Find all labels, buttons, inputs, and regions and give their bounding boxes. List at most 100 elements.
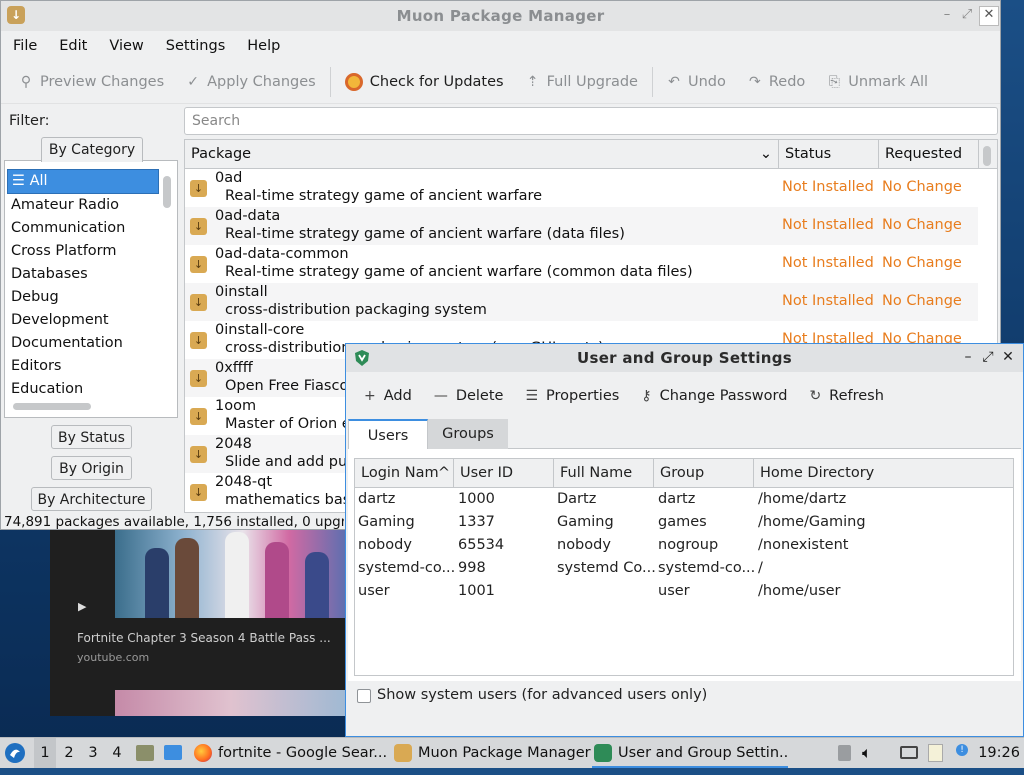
properties-icon: ☰ — [525, 388, 539, 404]
properties-button[interactable]: ☰ Properties — [525, 388, 619, 404]
clock[interactable]: 19:26 — [978, 738, 1020, 768]
tab-groups[interactable]: Groups — [428, 419, 508, 449]
add-user-button[interactable]: + Add — [364, 388, 412, 404]
category-item[interactable]: Amateur Radio — [7, 194, 159, 217]
window-title: Muon Package Manager — [396, 7, 605, 25]
task-muon[interactable]: Muon Package Manager — [392, 738, 614, 768]
category-item-all[interactable]: ☰ All — [7, 169, 159, 194]
preview-changes-button[interactable]: ⚲ Preview Changes — [19, 74, 164, 90]
table-row[interactable]: nobody 65534 nobody nogroup /nonexistent — [355, 535, 1013, 558]
category-item[interactable]: Debug — [7, 286, 159, 309]
video-thumbnail-2[interactable] — [115, 690, 347, 716]
minimize-icon[interactable]: – — [939, 7, 955, 23]
tab-users[interactable]: Users — [348, 419, 428, 449]
change-password-button[interactable]: ⚷ Change Password — [641, 388, 787, 404]
muon-titlebar[interactable]: ↓ Muon Package Manager – ⤢ ✕ — [1, 1, 1000, 31]
workspace-3[interactable]: 3 — [82, 738, 104, 768]
list-icon: ☰ — [12, 173, 30, 189]
table-row[interactable]: ↓ 0install cross-distribution packaging … — [185, 283, 978, 321]
delete-user-button[interactable]: — Delete — [434, 388, 504, 404]
refresh-updates-icon — [344, 73, 363, 91]
file-manager-launcher[interactable] — [134, 738, 156, 768]
task-user-group-settings[interactable]: User and Group Settin... — [592, 738, 788, 768]
column-header-full-name[interactable]: Full Name — [554, 459, 654, 487]
minimize-icon[interactable]: – — [960, 349, 976, 365]
category-panel: ☰ All Amateur Radio Communication Cross … — [4, 160, 178, 418]
update-notifier-icon[interactable]: ! — [952, 738, 972, 768]
workspace-2[interactable]: 2 — [58, 738, 80, 768]
package-name: 0ad-data-common — [215, 246, 349, 262]
package-status: Not Installed — [782, 217, 874, 233]
user-group-settings-window: User and Group Settings – ⤢ ✕ + Add — Dele… — [345, 343, 1024, 737]
column-header-status[interactable]: Status — [779, 140, 879, 168]
close-icon[interactable]: ✕ — [1000, 349, 1016, 365]
redo-button[interactable]: ↷ Redo — [748, 74, 805, 90]
package-vertical-scrollbar[interactable] — [983, 146, 991, 166]
undo-button[interactable]: ↶ Undo — [667, 74, 726, 90]
table-row[interactable]: Gaming 1337 Gaming games /home/Gaming — [355, 512, 1013, 535]
task-firefox[interactable]: fortnite - Google Sear... — [192, 738, 412, 768]
workspace-4[interactable]: 4 — [106, 738, 128, 768]
video-thumbnail[interactable] — [115, 530, 347, 618]
menu-help[interactable]: Help — [247, 38, 280, 54]
category-item[interactable]: Databases — [7, 263, 159, 286]
unmark-all-button[interactable]: ⎘ Unmark All — [827, 74, 928, 90]
table-row[interactable]: dartz 1000 Dartz dartz /home/dartz — [355, 489, 1013, 512]
minus-icon: — — [433, 388, 448, 404]
show-system-users-label: Show system users (for advanced users on… — [377, 687, 708, 703]
column-header-login-name[interactable]: Login Name ^ — [355, 459, 454, 487]
table-row[interactable]: ↓ 0ad-data Real-time strategy game of an… — [185, 207, 978, 245]
column-header-group[interactable]: Group — [654, 459, 754, 487]
workspace-1[interactable]: 1 — [34, 738, 56, 768]
full-upgrade-button[interactable]: ⇡ Full Upgrade — [526, 74, 638, 90]
apply-changes-button[interactable]: ✓ Apply Changes — [186, 74, 316, 90]
maximize-icon[interactable]: ⤢ — [959, 7, 975, 23]
category-item[interactable]: Documentation — [7, 332, 159, 355]
table-row[interactable]: ↓ 0ad-data-common Real-time strategy gam… — [185, 245, 978, 283]
refresh-button[interactable]: ↻ Refresh — [809, 388, 884, 404]
clipboard-tray-icon[interactable] — [836, 738, 854, 768]
by-category-button[interactable]: By Category — [41, 137, 143, 162]
column-header-home-directory[interactable]: Home Directory — [754, 459, 1013, 487]
menu-view[interactable]: View — [109, 38, 143, 54]
start-menu-button[interactable] — [4, 738, 28, 768]
sort-ascending-icon: ^ — [437, 459, 450, 487]
key-icon: ⚷ — [641, 388, 652, 404]
category-item[interactable]: Communication — [7, 217, 159, 240]
category-item[interactable]: Education — [7, 378, 159, 401]
volume-icon[interactable]: 🔈︎ — [862, 738, 882, 768]
column-header-requested[interactable]: Requested — [879, 140, 979, 168]
show-desktop-button[interactable] — [162, 738, 184, 768]
search-input[interactable] — [184, 107, 998, 135]
video-site: youtube.com — [77, 651, 150, 664]
users-titlebar[interactable]: User and Group Settings – ⤢ ✕ — [346, 344, 1023, 372]
by-origin-button[interactable]: By Origin — [51, 456, 132, 480]
menu-edit[interactable]: Edit — [59, 38, 87, 54]
table-row[interactable]: user 1001 user /home/user — [355, 581, 1013, 604]
toolbar-separator — [651, 67, 653, 97]
package-icon: ↓ — [190, 446, 207, 463]
menu-settings[interactable]: Settings — [166, 38, 225, 54]
package-description: Real-time strategy game of ancient warfa… — [225, 188, 543, 204]
category-vertical-scrollbar[interactable] — [163, 176, 171, 208]
check-icon: ✓ — [187, 74, 199, 90]
close-icon[interactable]: ✕ — [979, 6, 999, 26]
menu-file[interactable]: File — [13, 38, 37, 54]
check-for-updates-button[interactable]: Check for Updates — [344, 73, 504, 91]
category-item[interactable]: Cross Platform — [7, 240, 159, 263]
network-tray-icon[interactable] — [898, 738, 920, 768]
maximize-icon[interactable]: ⤢ — [980, 349, 996, 365]
category-horizontal-scrollbar[interactable] — [13, 403, 91, 410]
category-item[interactable]: Editors — [7, 355, 159, 378]
table-row[interactable]: ↓ 0ad Real-time strategy game of ancient… — [185, 169, 978, 207]
category-item[interactable]: Development — [7, 309, 159, 332]
by-status-button[interactable]: By Status — [51, 425, 132, 449]
notes-tray-icon[interactable] — [926, 738, 946, 768]
video-title[interactable]: Fortnite Chapter 3 Season 4 Battle Pass … — [77, 631, 331, 645]
by-architecture-button[interactable]: By Architecture — [31, 487, 152, 511]
table-row[interactable]: systemd-co... 998 systemd Co... systemd-… — [355, 558, 1013, 581]
column-header-user-id[interactable]: User ID — [454, 459, 554, 487]
column-header-package[interactable]: Package ⌄ — [185, 140, 779, 168]
show-system-users-checkbox[interactable] — [357, 689, 371, 703]
play-icon[interactable]: ▶ — [78, 600, 86, 613]
